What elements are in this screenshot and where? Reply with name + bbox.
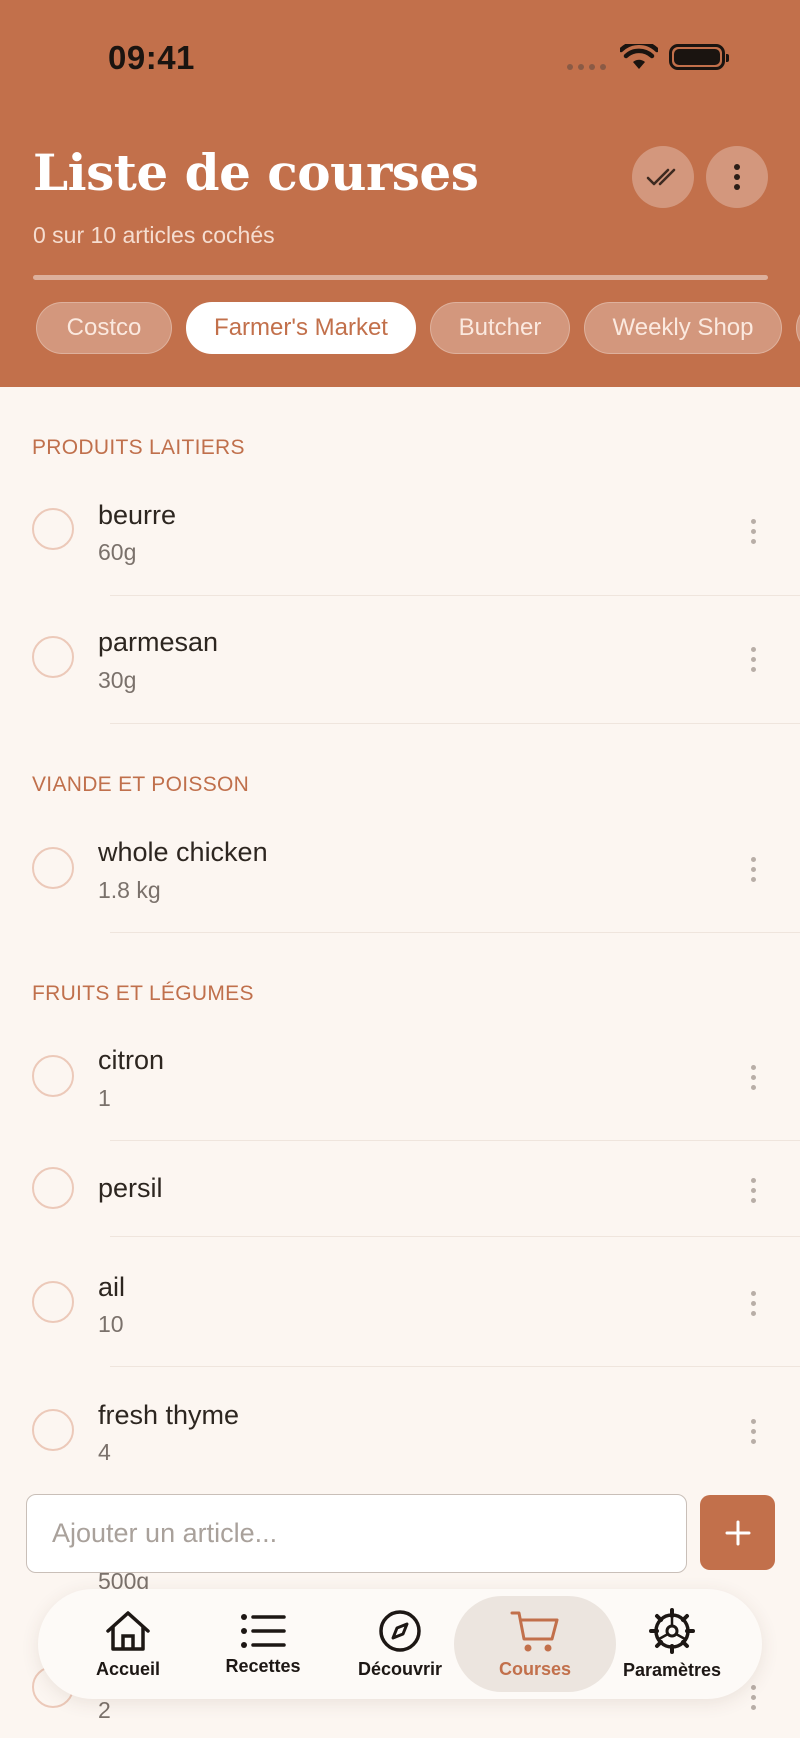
item-quantity: 30g (98, 667, 137, 693)
item-menu-icon[interactable] (748, 647, 758, 672)
item-name: fresh thyme (98, 1400, 240, 1430)
progress-bar (33, 275, 768, 280)
section-title-dairy: PRODUITS LAITIERS (32, 436, 245, 459)
nav-item-recipes[interactable]: Recettes (193, 1589, 333, 1699)
item-name: beurre (98, 500, 177, 530)
item-menu-icon[interactable] (748, 1419, 758, 1444)
item-menu-icon[interactable] (748, 857, 758, 882)
item-name: parmesan (98, 627, 219, 657)
nav-label: Recettes (225, 1655, 301, 1676)
divider (110, 1236, 800, 1237)
nav-item-settings[interactable]: Paramètres (602, 1589, 742, 1699)
item-name: ail (98, 1272, 126, 1302)
item-checkbox[interactable] (32, 508, 74, 550)
page-title: Liste de courses (33, 143, 479, 202)
divider (110, 1140, 800, 1141)
section-title-fruits-vegetables: FRUITS ET LÉGUMES (32, 982, 254, 1005)
list-icon (241, 1613, 286, 1648)
battery-icon (669, 44, 729, 70)
double-check-icon (646, 168, 676, 186)
add-item-button[interactable] (700, 1495, 775, 1570)
item-menu-icon[interactable] (748, 1291, 758, 1316)
item-name: whole chicken (98, 837, 268, 867)
item-checkbox[interactable] (32, 636, 74, 678)
nav-label: Accueil (95, 1658, 161, 1679)
cart-icon (510, 1611, 559, 1651)
store-chip-more[interactable] (796, 302, 800, 354)
nav-label: Courses (498, 1658, 572, 1679)
store-chips: Costco Farmer's Market Butcher Weekly Sh… (0, 302, 800, 358)
store-chip-butcher[interactable]: Butcher (430, 302, 570, 354)
item-name: citron (98, 1045, 165, 1075)
item-quantity: 10 (98, 1311, 124, 1337)
home-icon (106, 1610, 150, 1651)
divider (110, 595, 800, 596)
item-menu-icon[interactable] (748, 519, 758, 544)
item-quantity: 4 (98, 1439, 111, 1465)
item-menu-icon[interactable] (748, 1065, 758, 1090)
store-chip-costco[interactable]: Costco (36, 302, 172, 354)
divider (110, 932, 800, 933)
item-quantity: 1.8 kg (98, 877, 161, 903)
plus-icon (725, 1520, 750, 1545)
divider (110, 723, 800, 724)
checked-count: 0 sur 10 articles cochés (33, 222, 275, 248)
nav-label: Découvrir (357, 1658, 443, 1679)
nav-item-home[interactable]: Accueil (58, 1589, 198, 1699)
nav-item-discover[interactable]: Découvrir (330, 1589, 470, 1699)
more-vertical-icon (734, 164, 740, 190)
more-options-button[interactable] (706, 146, 768, 208)
item-quantity: 60g (98, 539, 137, 565)
item-quantity: 1 (98, 1085, 111, 1111)
item-quantity: 2 (98, 1697, 111, 1723)
item-checkbox[interactable] (32, 847, 74, 889)
compass-icon (379, 1609, 421, 1652)
item-checkbox[interactable] (32, 1167, 74, 1209)
bottom-nav: Accueil Recettes Découvrir Courses Param… (38, 1589, 762, 1699)
wifi-icon (620, 44, 658, 69)
item-menu-icon[interactable] (748, 1178, 758, 1203)
cellular-icon (567, 64, 606, 70)
item-checkbox[interactable] (32, 1055, 74, 1097)
status-time: 09:41 (108, 39, 195, 76)
item-name: persil (98, 1173, 163, 1203)
add-item-input[interactable] (27, 1495, 686, 1572)
add-item-field[interactable] (26, 1494, 687, 1573)
store-chip-weekly-shop[interactable]: Weekly Shop (584, 302, 782, 354)
header: 09:41 Liste de courses 0 sur 10 articles… (0, 0, 800, 387)
divider (110, 1366, 800, 1367)
item-menu-icon[interactable] (748, 1685, 758, 1710)
nav-label: Paramètres (622, 1659, 722, 1680)
store-chip-farmers-market[interactable]: Farmer's Market (186, 302, 416, 354)
check-all-button[interactable] (632, 146, 694, 208)
section-title-meat-fish: VIANDE ET POISSON (32, 773, 250, 796)
nav-item-shopping[interactable]: Courses (454, 1596, 616, 1692)
gear-icon (649, 1607, 695, 1654)
item-checkbox[interactable] (32, 1409, 74, 1451)
item-checkbox[interactable] (32, 1281, 74, 1323)
